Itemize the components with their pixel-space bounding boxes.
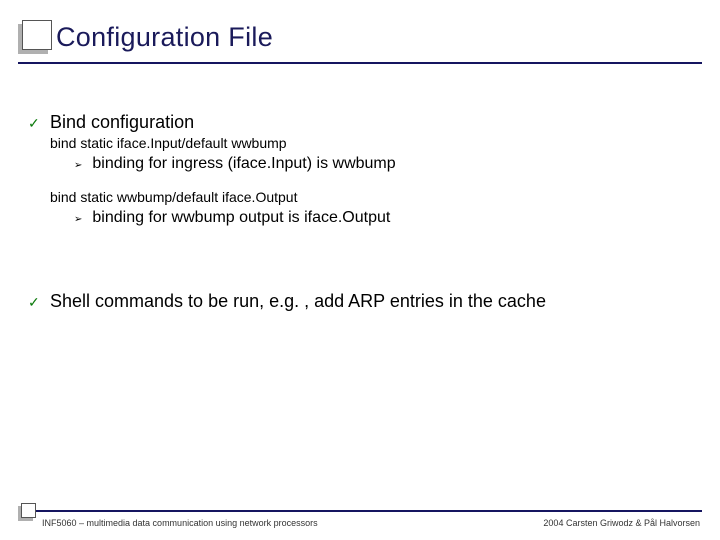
footer-right: 2004 Carsten Griwodz & Pål Halvorsen [543, 518, 700, 528]
bullet-2-text: Shell commands to be run, e.g. , add ARP… [50, 291, 546, 312]
title-box-decor [18, 20, 52, 54]
sub-1: ➢ binding for ingress (iface.Input) is w… [74, 155, 692, 173]
check-icon: ✓ [28, 294, 42, 311]
slide: Configuration File ✓ Bind configuration … [0, 0, 720, 540]
config-line-1: bind static iface.Input/default wwbump [50, 135, 692, 151]
sub-1-text: binding for ingress (iface.Input) is wwb… [92, 155, 395, 173]
footer-line [18, 510, 702, 512]
footer-box-decor [18, 503, 36, 521]
bullet-1-text: Bind configuration [50, 112, 194, 133]
title-box-front [22, 20, 52, 50]
arrow-icon: ➢ [74, 160, 82, 171]
title-bar: Configuration File [18, 12, 702, 62]
slide-title: Configuration File [56, 22, 273, 53]
content-area: ✓ Bind configuration bind static iface.I… [28, 112, 692, 314]
config-line-2: bind static wwbump/default iface.Output [50, 189, 692, 205]
sub-2: ➢ binding for wwbump output is iface.Out… [74, 209, 692, 227]
bullet-2: ✓ Shell commands to be run, e.g. , add A… [28, 291, 692, 312]
title-underline [18, 62, 702, 64]
check-icon: ✓ [28, 115, 42, 132]
bullet-1: ✓ Bind configuration [28, 112, 692, 133]
footer-box-front [21, 503, 36, 518]
spacer [28, 243, 692, 291]
footer-left: INF5060 – multimedia data communication … [42, 518, 318, 528]
sub-2-text: binding for wwbump output is iface.Outpu… [92, 209, 390, 227]
arrow-icon: ➢ [74, 214, 82, 225]
